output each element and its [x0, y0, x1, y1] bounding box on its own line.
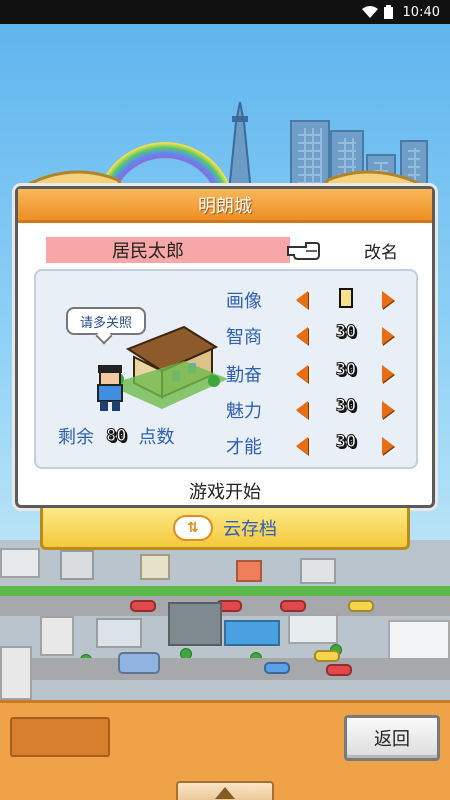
cloud-save-button[interactable]: ⇅ 云存档 — [40, 508, 410, 550]
increase-arrow-icon[interactable] — [382, 291, 394, 309]
city-building — [236, 560, 262, 582]
city-building — [60, 550, 94, 580]
car — [314, 650, 340, 662]
pointing-hand-icon — [287, 242, 320, 260]
remaining-suffix: 点数 — [138, 427, 175, 448]
green-strip — [0, 586, 450, 596]
stat-value: 30 — [335, 432, 357, 453]
stat-value: 30 — [335, 322, 357, 343]
decrease-arrow-icon[interactable] — [296, 291, 308, 309]
car — [280, 600, 306, 612]
remaining-prefix: 剩余 — [58, 427, 94, 448]
decrease-arrow-icon[interactable] — [296, 437, 308, 455]
stat-value: 30 — [335, 396, 357, 417]
stat-label: 勤奋 — [226, 365, 262, 386]
increase-arrow-icon[interactable] — [382, 401, 394, 419]
stat-row-charm: 魅力 30 — [36, 391, 420, 427]
resident-setup-dialog: 明朗城 居民太郎 改名 请多关照 画像 1 智商 30 勤奋 30 魅力 30 … — [15, 186, 435, 508]
city-building — [168, 602, 222, 646]
car — [348, 600, 374, 612]
remaining-value: 80 — [105, 426, 127, 447]
city-building — [300, 558, 336, 584]
start-game-button[interactable]: 游戏开始 — [18, 477, 432, 505]
decrease-arrow-icon[interactable] — [296, 365, 308, 383]
car — [130, 600, 156, 612]
increase-arrow-icon[interactable] — [382, 437, 394, 455]
stat-label: 才能 — [226, 437, 262, 458]
bus — [118, 652, 160, 674]
stat-value: 1 — [339, 288, 353, 310]
stat-label: 魅力 — [226, 401, 262, 422]
wifi-icon — [361, 6, 378, 18]
status-bar: 10:40 — [0, 0, 450, 24]
bottom-bar: 返回 — [0, 700, 450, 800]
city-building — [40, 616, 74, 656]
cloud-save-label: 云存档 — [223, 518, 277, 540]
stat-row-diligence: 勤奋 30 — [36, 355, 420, 391]
status-time: 10:40 — [402, 4, 440, 20]
decrease-arrow-icon[interactable] — [296, 401, 308, 419]
city-building — [0, 646, 32, 700]
city-building — [224, 620, 280, 646]
bottom-expand-tab[interactable] — [176, 781, 274, 800]
stat-value: 30 — [335, 360, 357, 381]
road — [0, 658, 450, 680]
increase-arrow-icon[interactable] — [382, 365, 394, 383]
decrease-arrow-icon[interactable] — [296, 327, 308, 345]
dialog-title: 明朗城 — [18, 189, 432, 223]
city-building — [288, 614, 338, 644]
resident-name-field[interactable]: 居民太郎 — [46, 237, 290, 263]
stat-row-intelligence: 智商 30 — [36, 317, 420, 353]
stat-label: 智商 — [226, 327, 262, 348]
city-scene — [0, 540, 450, 700]
battery-icon — [383, 5, 393, 19]
cloud-sync-icon: ⇅ — [173, 514, 213, 541]
status-icons — [361, 5, 393, 19]
remaining-points: 剩余 80 点数 — [58, 423, 174, 449]
city-building — [0, 548, 40, 578]
city-building — [140, 554, 170, 580]
stat-label: 画像 — [226, 291, 262, 312]
rename-button[interactable]: 改名 — [364, 237, 398, 263]
car — [326, 664, 352, 676]
city-building — [96, 618, 142, 648]
car — [264, 662, 290, 674]
increase-arrow-icon[interactable] — [382, 327, 394, 345]
back-button[interactable]: 返回 — [344, 715, 440, 761]
chevron-up-icon — [215, 787, 235, 799]
bottom-info-slot — [10, 717, 110, 757]
character-panel: 请多关照 画像 1 智商 30 勤奋 30 魅力 30 才能 30 剩余 80 … — [34, 269, 418, 469]
stat-row-portrait: 画像 1 — [36, 281, 420, 317]
